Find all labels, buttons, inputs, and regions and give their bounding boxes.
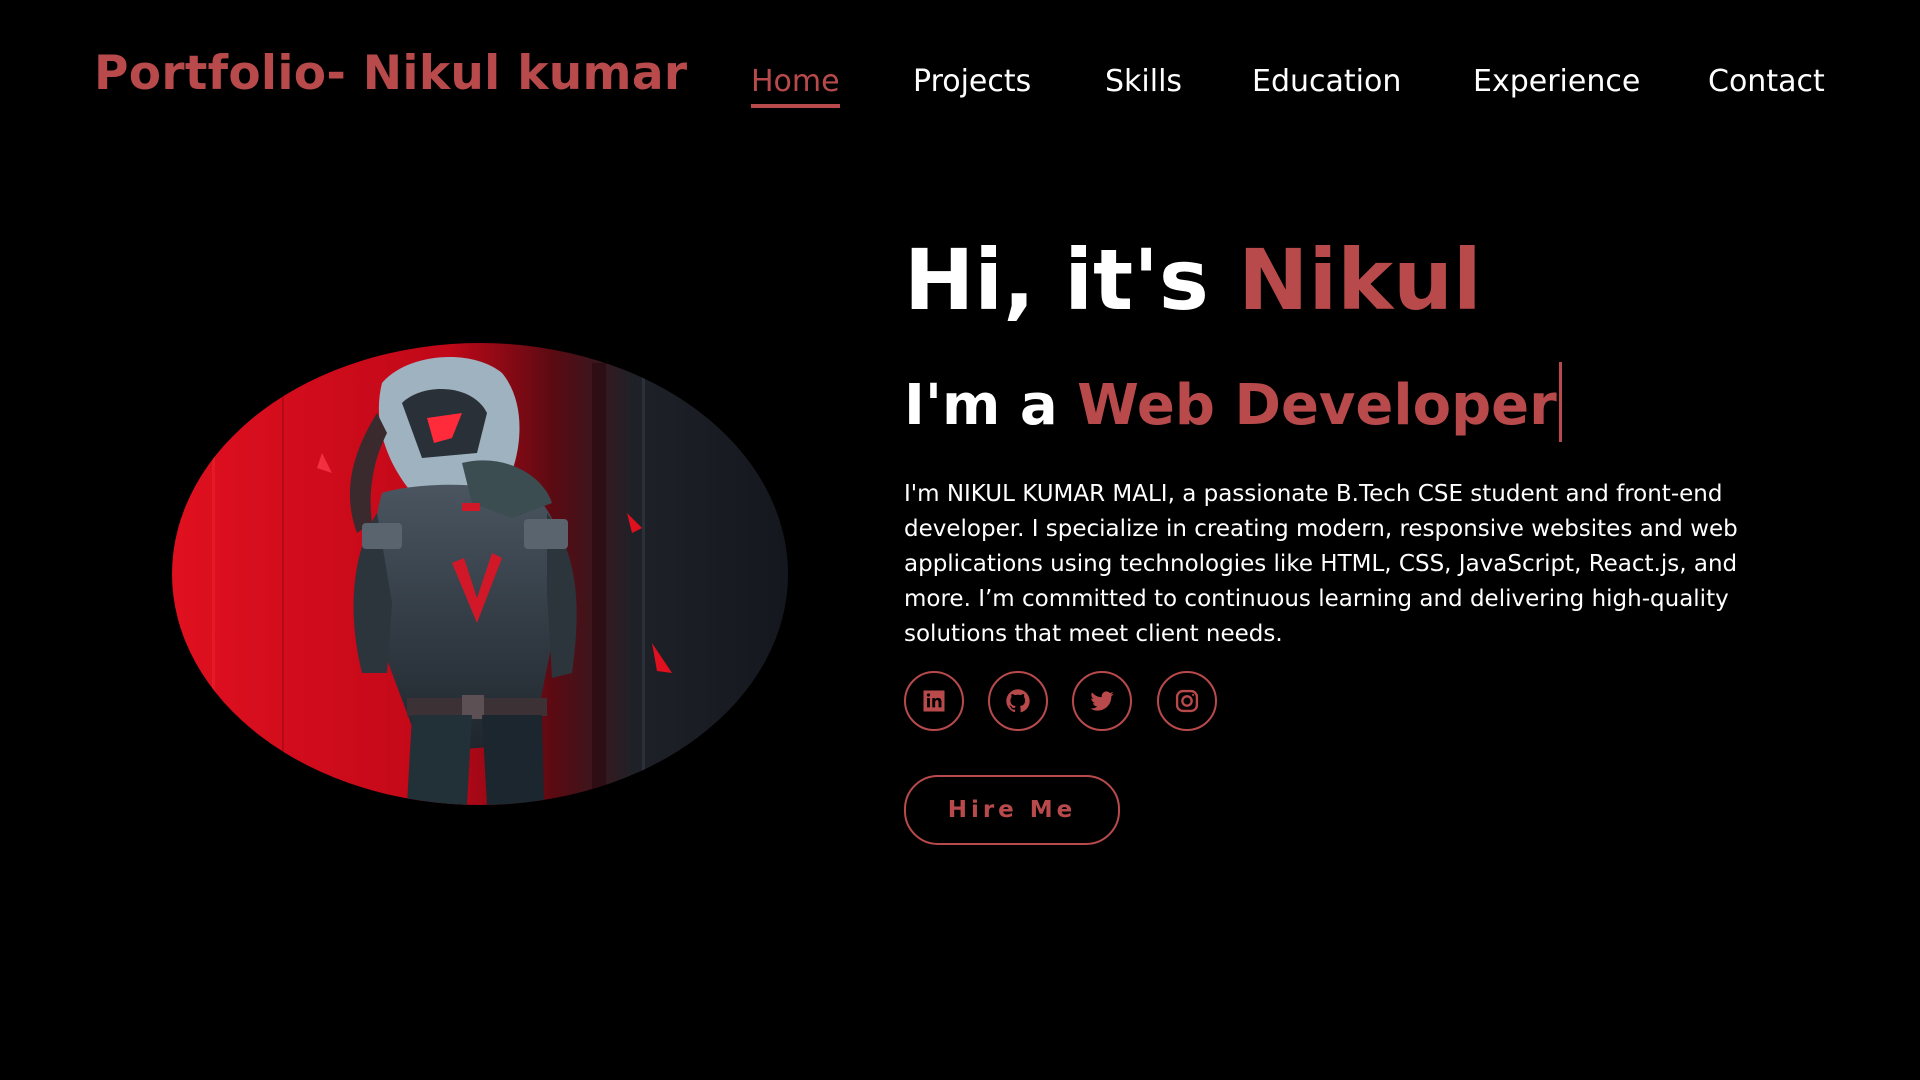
portfolio-page: Portfolio- Nikul kumar Home Projects Ski… [0, 0, 1920, 1080]
hero-bio: I'm NIKUL KUMAR MALI, a passionate B.Tec… [904, 481, 1738, 647]
github-link[interactable] [988, 671, 1048, 731]
linkedin-link[interactable] [904, 671, 964, 731]
nav-home-link[interactable]: Home [751, 64, 840, 108]
github-icon [1006, 689, 1030, 713]
role-prefix: I'm a [904, 373, 1058, 438]
greeting-prefix: Hi, it's [904, 231, 1209, 329]
hero-role-line: I'm a Web Developer [904, 362, 1562, 442]
nav-projects-link[interactable]: Projects [913, 64, 1031, 99]
greeting-name: Nikul [1238, 231, 1482, 329]
nav-skills-link[interactable]: Skills [1105, 64, 1182, 99]
twitter-icon [1090, 691, 1114, 711]
main-nav: Home Projects Skills Education Experienc… [0, 64, 1920, 114]
linkedin-icon [923, 690, 945, 712]
role-typed-text: Web Developer [1077, 373, 1557, 438]
typing-cursor [1558, 362, 1562, 442]
nav-experience-link[interactable]: Experience [1473, 64, 1640, 99]
hire-me-button[interactable]: Hire Me [904, 775, 1120, 845]
instagram-link[interactable] [1157, 671, 1217, 731]
nav-education-link[interactable]: Education [1252, 64, 1401, 99]
social-links [904, 671, 1304, 731]
hero-profile-image [172, 343, 788, 805]
nav-contact-link[interactable]: Contact [1708, 64, 1825, 99]
twitter-link[interactable] [1072, 671, 1132, 731]
hero-greeting: Hi, it's Nikul [904, 238, 1482, 322]
instagram-icon [1175, 689, 1199, 713]
